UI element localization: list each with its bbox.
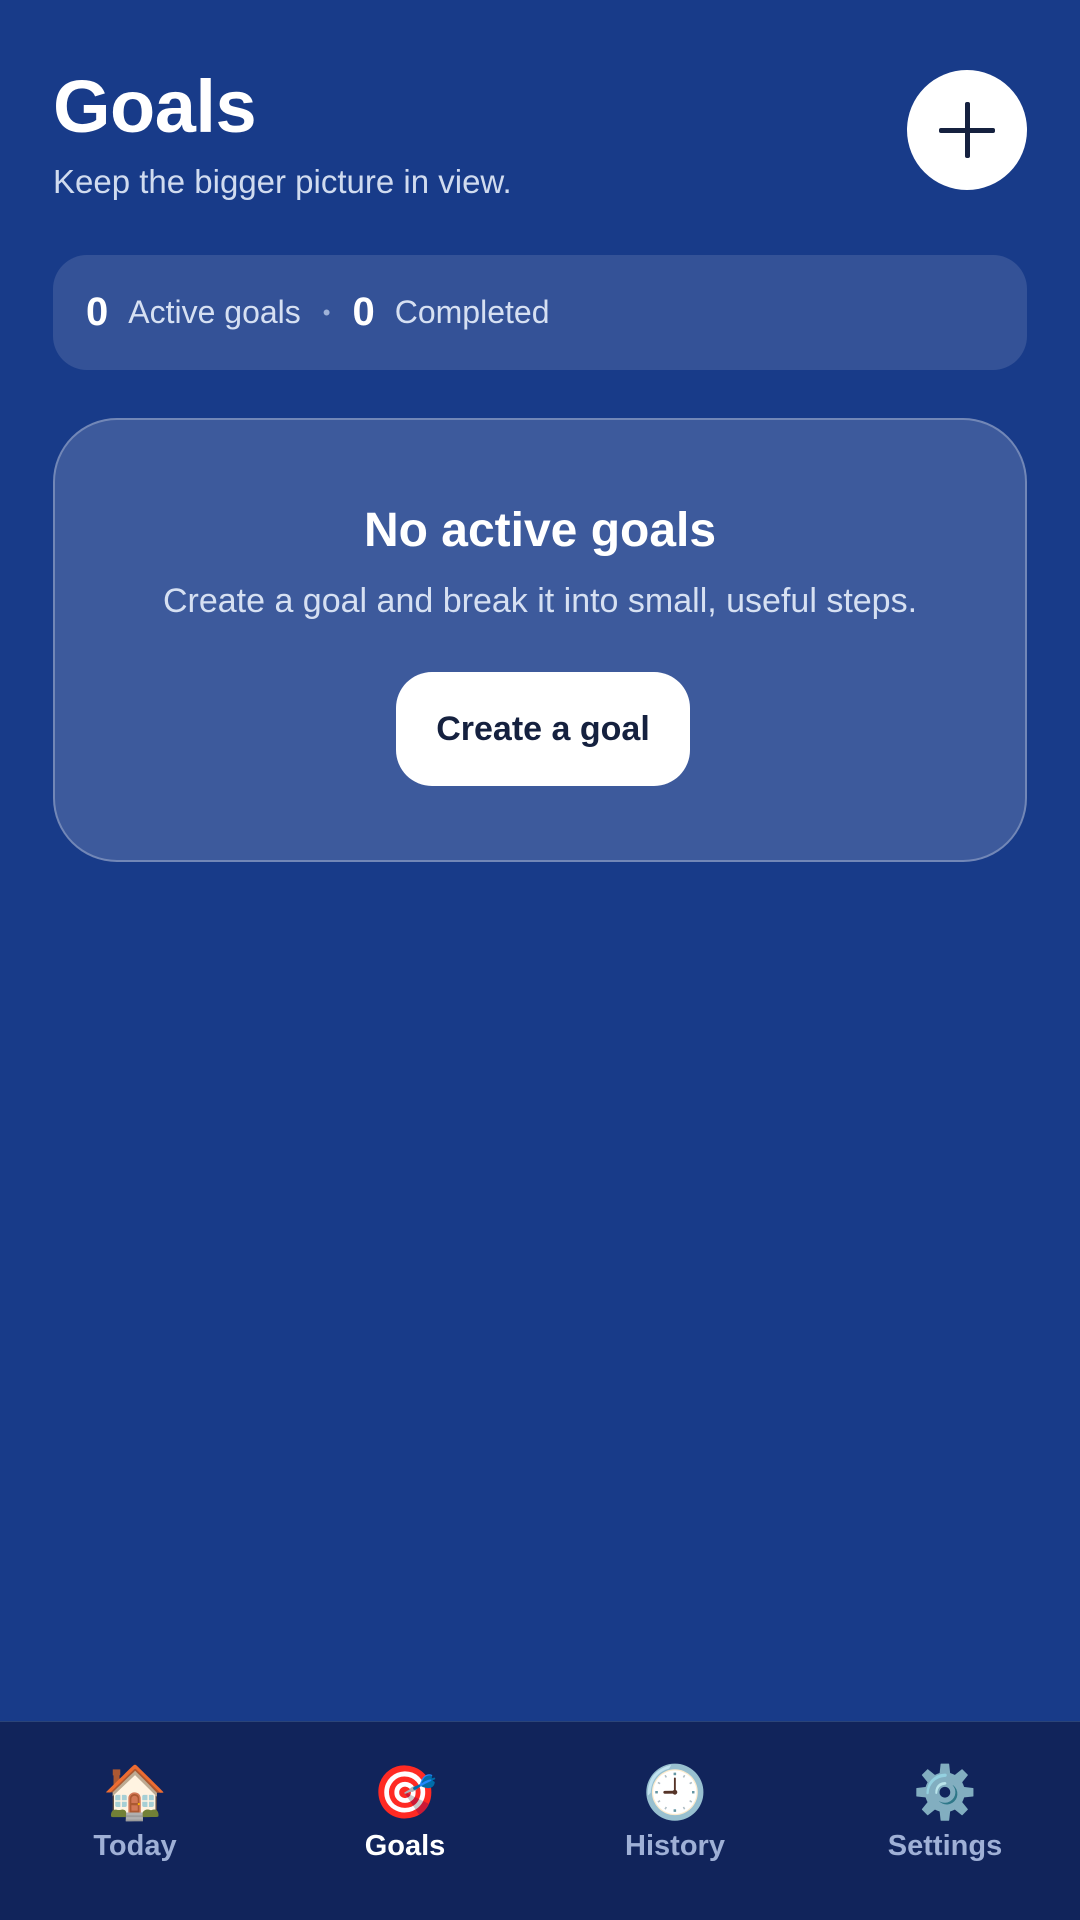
add-goal-button[interactable] [907, 70, 1027, 190]
empty-state-card: No active goals Create a goal and break … [53, 418, 1027, 862]
nav-item-settings[interactable]: ⚙️ Settings [810, 1722, 1080, 1920]
nav-item-today[interactable]: 🏠 Today [0, 1722, 270, 1920]
goals-screen: Goals Keep the bigger picture in view. 0… [0, 0, 1080, 1920]
nav-label-history: History [625, 1830, 725, 1862]
active-goals-label: Active goals [128, 294, 301, 330]
clock-icon: 🕘 [642, 1763, 708, 1823]
page-title: Goals [53, 65, 257, 148]
empty-state-description: Create a goal and break it into small, u… [162, 582, 918, 620]
completed-label: Completed [394, 294, 550, 330]
house-icon: 🏠 [102, 1763, 168, 1823]
create-goal-button[interactable]: Create a goal [396, 672, 690, 786]
stats-separator: • [322, 299, 331, 325]
nav-label-settings: Settings [887, 1830, 1003, 1862]
nav-label-today: Today [93, 1830, 177, 1862]
nav-label-goals: Goals [364, 1830, 446, 1862]
header: Goals Keep the bigger picture in view. [53, 62, 1027, 202]
stats-bar: 0 Active goals • 0 Completed [53, 255, 1027, 370]
page-subtitle: Keep the bigger picture in view. [53, 163, 512, 200]
target-icon: 🎯 [372, 1763, 438, 1823]
empty-state-title: No active goals [363, 504, 717, 557]
nav-item-history[interactable]: 🕘 History [540, 1722, 810, 1920]
bottom-nav: 🏠 Today 🎯 Goals 🕘 History ⚙️ Settings [0, 1721, 1080, 1920]
gear-icon: ⚙️ [912, 1763, 978, 1823]
nav-item-goals[interactable]: 🎯 Goals [270, 1722, 540, 1920]
completed-count: 0 [352, 290, 375, 334]
active-goals-count: 0 [86, 290, 109, 334]
